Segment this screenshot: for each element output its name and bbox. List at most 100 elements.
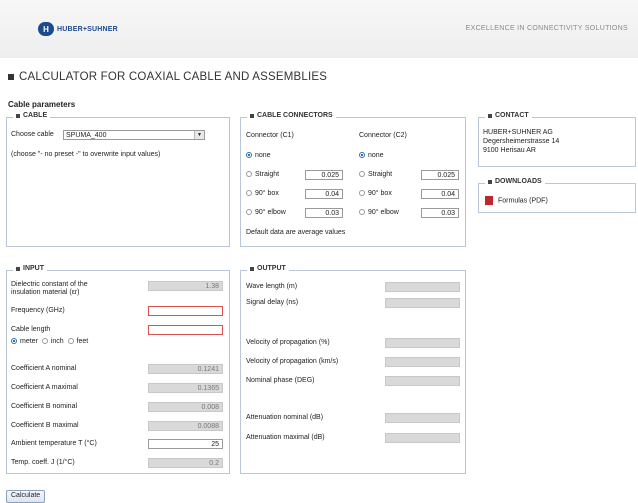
contact-legend-text: CONTACT [495, 112, 529, 119]
c1-none-label: none [255, 152, 271, 159]
c2-straight-label: Straight [368, 171, 393, 178]
cable-length-input[interactable] [148, 325, 223, 335]
formulas-pdf-label: Formulas (PDF) [498, 197, 548, 205]
c1-straight-option[interactable]: Straight [246, 171, 279, 178]
wave-length-label: Wave length (m) [246, 283, 298, 290]
velocity-percent-label: Velocity of propagation (%) [246, 339, 330, 346]
connectors-legend-text: CABLE CONNECTORS [257, 112, 333, 119]
radio-icon[interactable] [359, 190, 365, 197]
cable-legend: CABLE [13, 112, 51, 119]
page-title: CALCULATOR FOR COAXIAL CABLE AND ASSEMBL… [8, 71, 327, 83]
radio-icon[interactable] [246, 190, 252, 197]
ambient-temp-input[interactable]: 25 [148, 439, 223, 449]
input-legend: INPUT [13, 265, 47, 272]
radio-icon[interactable] [41, 338, 48, 345]
c2-none-label: none [368, 152, 384, 159]
output-legend: OUTPUT [247, 265, 289, 272]
dielectric-label-2: insulation material (εr) [11, 289, 80, 296]
logo-text: HUBER+SUHNER [57, 25, 118, 33]
coeff-b-maximal-field: 0.0088 [148, 421, 223, 431]
calculate-button[interactable]: Calculate [6, 490, 46, 503]
c1-box-label: 90° box [255, 190, 279, 197]
dielectric-field: 1.38 [148, 281, 223, 291]
contact-city: 9100 Herisau AR [483, 147, 536, 154]
radio-icon[interactable] [246, 171, 252, 178]
temp-coeff-label: Temp. coeff. J (1/°C) [11, 459, 75, 466]
radio-selected-icon[interactable] [11, 338, 17, 345]
attenuation-nominal-label: Attenuation nominal (dB) [246, 414, 324, 421]
signal-delay-field [385, 298, 460, 308]
square-bullet-icon [488, 179, 492, 184]
radio-selected-icon[interactable] [359, 152, 365, 159]
choose-cable-label: Choose cable [11, 131, 54, 138]
radio-icon[interactable] [359, 171, 365, 178]
c1-box-option[interactable]: 90° box [246, 190, 279, 197]
coeff-b-nominal-label: Coefficient B nominal [11, 403, 78, 410]
c2-none-option[interactable]: none [359, 152, 384, 159]
contact-panel: CONTACT HUBER+SUHNER AG Degersheimerstra… [478, 112, 636, 167]
page-title-text: CALCULATOR FOR COAXIAL CABLE AND ASSEMBL… [19, 71, 328, 83]
square-bullet-icon [250, 266, 254, 271]
cable-panel: CABLE Choose cable SPUMA_400 ▼ (choose "… [6, 112, 230, 247]
c2-elbow-field[interactable]: 0.03 [421, 208, 459, 218]
frequency-input[interactable] [148, 306, 223, 316]
c1-elbow-field[interactable]: 0.03 [305, 208, 343, 218]
contact-legend: CONTACT [485, 112, 532, 119]
cable-legend-text: CABLE [23, 112, 48, 119]
formulas-pdf-link[interactable]: Formulas (PDF) [485, 196, 548, 205]
nominal-phase-field [385, 376, 460, 386]
cable-length-label: Cable length [11, 326, 51, 333]
square-bullet-icon [16, 266, 20, 271]
c1-elbow-option[interactable]: 90° elbow [246, 209, 286, 216]
radio-icon[interactable] [246, 209, 252, 216]
c2-box-option[interactable]: 90° box [359, 190, 392, 197]
radio-selected-icon[interactable] [246, 152, 252, 159]
downloads-legend: DOWNLOADS [485, 178, 545, 185]
connectors-legend: CABLE CONNECTORS [247, 112, 336, 119]
section-heading: Cable parameters [8, 100, 76, 109]
c2-straight-field[interactable]: 0.025 [421, 170, 459, 180]
attenuation-nominal-field [385, 413, 460, 423]
ambient-temp-label: Ambient temperature T (°C) [11, 440, 97, 447]
frequency-label: Frequency (GHz) [11, 307, 65, 314]
input-legend-text: INPUT [23, 265, 44, 272]
c1-elbow-label: 90° elbow [255, 209, 286, 216]
coeff-b-maximal-label: Coefficient B maximal [11, 422, 79, 429]
dielectric-label-1: Dielectric constant of the [11, 281, 88, 288]
output-legend-text: OUTPUT [257, 265, 286, 272]
unit-inch-label: inch [50, 338, 64, 345]
c2-elbow-option[interactable]: 90° elbow [359, 209, 399, 216]
tagline: EXCELLENCE IN CONNECTIVITY SOLUTIONS [465, 25, 628, 32]
connectors-note: Default data are average values [246, 229, 346, 236]
radio-icon[interactable] [359, 209, 365, 216]
output-panel: OUTPUT Wave length (m) Signal delay (ns)… [240, 265, 466, 474]
coeff-a-maximal-label: Coefficient A maximal [11, 384, 78, 391]
radio-icon[interactable] [67, 338, 74, 345]
c2-box-field[interactable]: 0.04 [421, 189, 459, 199]
wave-length-field [385, 282, 460, 292]
length-unit-options: meter inch feet [11, 338, 88, 345]
logo-icon: H [38, 22, 54, 36]
cable-select[interactable]: SPUMA_400 ▼ [63, 130, 205, 140]
company-logo[interactable]: H HUBER+SUHNER [38, 22, 118, 36]
pdf-icon [485, 196, 493, 205]
square-bullet-icon [16, 113, 20, 118]
attenuation-maximal-label: Attenuation maximal (dB) [246, 434, 325, 441]
square-bullet-icon [488, 113, 492, 118]
connector-c2-header: Connector (C2) [359, 132, 407, 139]
contact-street: Degersheimerstrasse 14 [483, 138, 560, 145]
unit-meter-label: meter [20, 338, 38, 345]
downloads-legend-text: DOWNLOADS [495, 178, 542, 185]
input-panel: INPUT Dielectric constant of the insulat… [6, 265, 230, 474]
square-bullet-icon [250, 113, 254, 118]
unit-feet-label: feet [76, 338, 89, 345]
velocity-kms-field [385, 357, 460, 367]
coeff-b-nominal-field: 0.008 [148, 402, 223, 412]
c1-straight-field[interactable]: 0.025 [305, 170, 343, 180]
c1-box-field[interactable]: 0.04 [305, 189, 343, 199]
header-bar: H HUBER+SUHNER EXCELLENCE IN CONNECTIVIT… [0, 0, 638, 58]
attenuation-maximal-field [385, 433, 460, 443]
temp-coeff-field: 0.2 [148, 458, 223, 468]
c2-straight-option[interactable]: Straight [359, 171, 392, 178]
c1-none-option[interactable]: none [246, 152, 271, 159]
